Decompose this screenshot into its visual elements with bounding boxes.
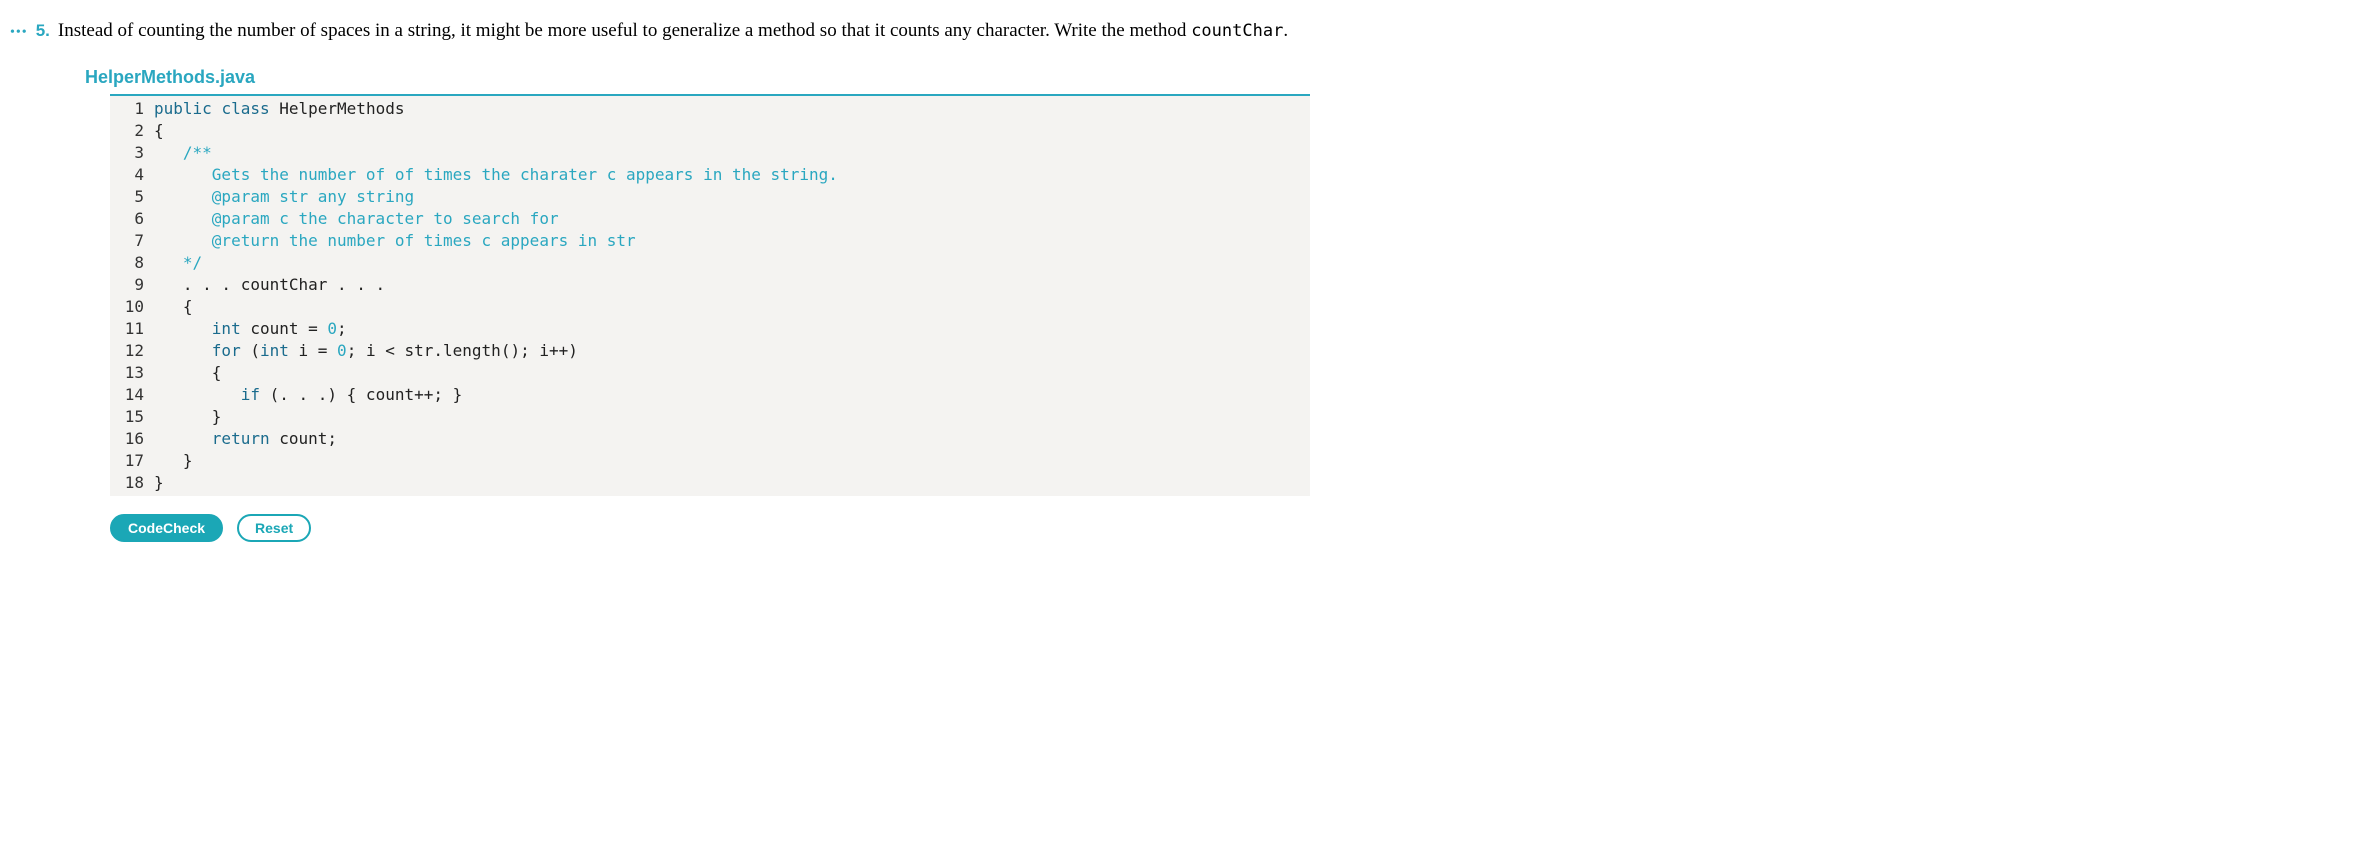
line-content: @param c the character to search for bbox=[154, 208, 559, 230]
question-text-after: . bbox=[1283, 20, 1288, 41]
line-content: . . . countChar . . . bbox=[154, 274, 385, 296]
code-line: 8 */ bbox=[110, 252, 1310, 274]
line-content: } bbox=[154, 406, 221, 428]
code-line: 16 return count; bbox=[110, 428, 1310, 450]
question-code-term: countChar bbox=[1191, 21, 1283, 41]
code-line: 2{ bbox=[110, 120, 1310, 142]
line-content: int count = 0; bbox=[154, 318, 347, 340]
line-content: public class HelperMethods bbox=[154, 98, 404, 120]
line-number: 16 bbox=[110, 428, 154, 450]
line-content: { bbox=[154, 362, 221, 384]
line-number: 9 bbox=[110, 274, 154, 296]
line-content: { bbox=[154, 120, 164, 142]
line-content: } bbox=[154, 472, 164, 494]
code-line: 18} bbox=[110, 472, 1310, 494]
code-line: 7 @return the number of times c appears … bbox=[110, 230, 1310, 252]
line-number: 4 bbox=[110, 164, 154, 186]
line-content: return count; bbox=[154, 428, 337, 450]
line-content: for (int i = 0; i < str.length(); i++) bbox=[154, 340, 578, 362]
line-number: 6 bbox=[110, 208, 154, 230]
line-content: Gets the number of of times the charater… bbox=[154, 164, 838, 186]
code-line: 11 int count = 0; bbox=[110, 318, 1310, 340]
line-number: 14 bbox=[110, 384, 154, 406]
question-text: Instead of counting the number of spaces… bbox=[58, 20, 1288, 42]
question-number: 5. bbox=[36, 21, 50, 41]
question-text-before: Instead of counting the number of spaces… bbox=[58, 20, 1191, 41]
code-line: 13 { bbox=[110, 362, 1310, 384]
line-number: 5 bbox=[110, 186, 154, 208]
code-line: 5 @param str any string bbox=[110, 186, 1310, 208]
line-content: } bbox=[154, 450, 193, 472]
line-content: if (. . .) { count++; } bbox=[154, 384, 462, 406]
code-line: 4 Gets the number of of times the charat… bbox=[110, 164, 1310, 186]
filename-label: HelperMethods.java bbox=[85, 67, 2352, 88]
difficulty-dots: ••• bbox=[10, 25, 28, 41]
line-content: */ bbox=[154, 252, 202, 274]
line-content: { bbox=[154, 296, 193, 318]
line-content: @return the number of times c appears in… bbox=[154, 230, 636, 252]
line-number: 18 bbox=[110, 472, 154, 494]
line-number: 1 bbox=[110, 98, 154, 120]
code-line: 15 } bbox=[110, 406, 1310, 428]
reset-button[interactable]: Reset bbox=[237, 514, 311, 542]
code-line: 3 /** bbox=[110, 142, 1310, 164]
button-row: CodeCheck Reset bbox=[110, 514, 2352, 542]
line-content: @param str any string bbox=[154, 186, 414, 208]
code-line: 1public class HelperMethods bbox=[110, 98, 1310, 120]
codecheck-button[interactable]: CodeCheck bbox=[110, 514, 223, 542]
line-number: 8 bbox=[110, 252, 154, 274]
code-line: 14 if (. . .) { count++; } bbox=[110, 384, 1310, 406]
line-number: 12 bbox=[110, 340, 154, 362]
code-line: 6 @param c the character to search for bbox=[110, 208, 1310, 230]
line-number: 3 bbox=[110, 142, 154, 164]
line-number: 15 bbox=[110, 406, 154, 428]
line-number: 17 bbox=[110, 450, 154, 472]
line-number: 10 bbox=[110, 296, 154, 318]
code-line: 17 } bbox=[110, 450, 1310, 472]
line-number: 11 bbox=[110, 318, 154, 340]
line-number: 13 bbox=[110, 362, 154, 384]
code-line: 9 . . . countChar . . . bbox=[110, 274, 1310, 296]
question-row: ••• 5. Instead of counting the number of… bbox=[10, 20, 2352, 42]
code-line: 10 { bbox=[110, 296, 1310, 318]
line-number: 7 bbox=[110, 230, 154, 252]
code-editor[interactable]: 1public class HelperMethods2{3 /**4 Gets… bbox=[110, 94, 1310, 496]
line-content: /** bbox=[154, 142, 212, 164]
line-number: 2 bbox=[110, 120, 154, 142]
code-line: 12 for (int i = 0; i < str.length(); i++… bbox=[110, 340, 1310, 362]
